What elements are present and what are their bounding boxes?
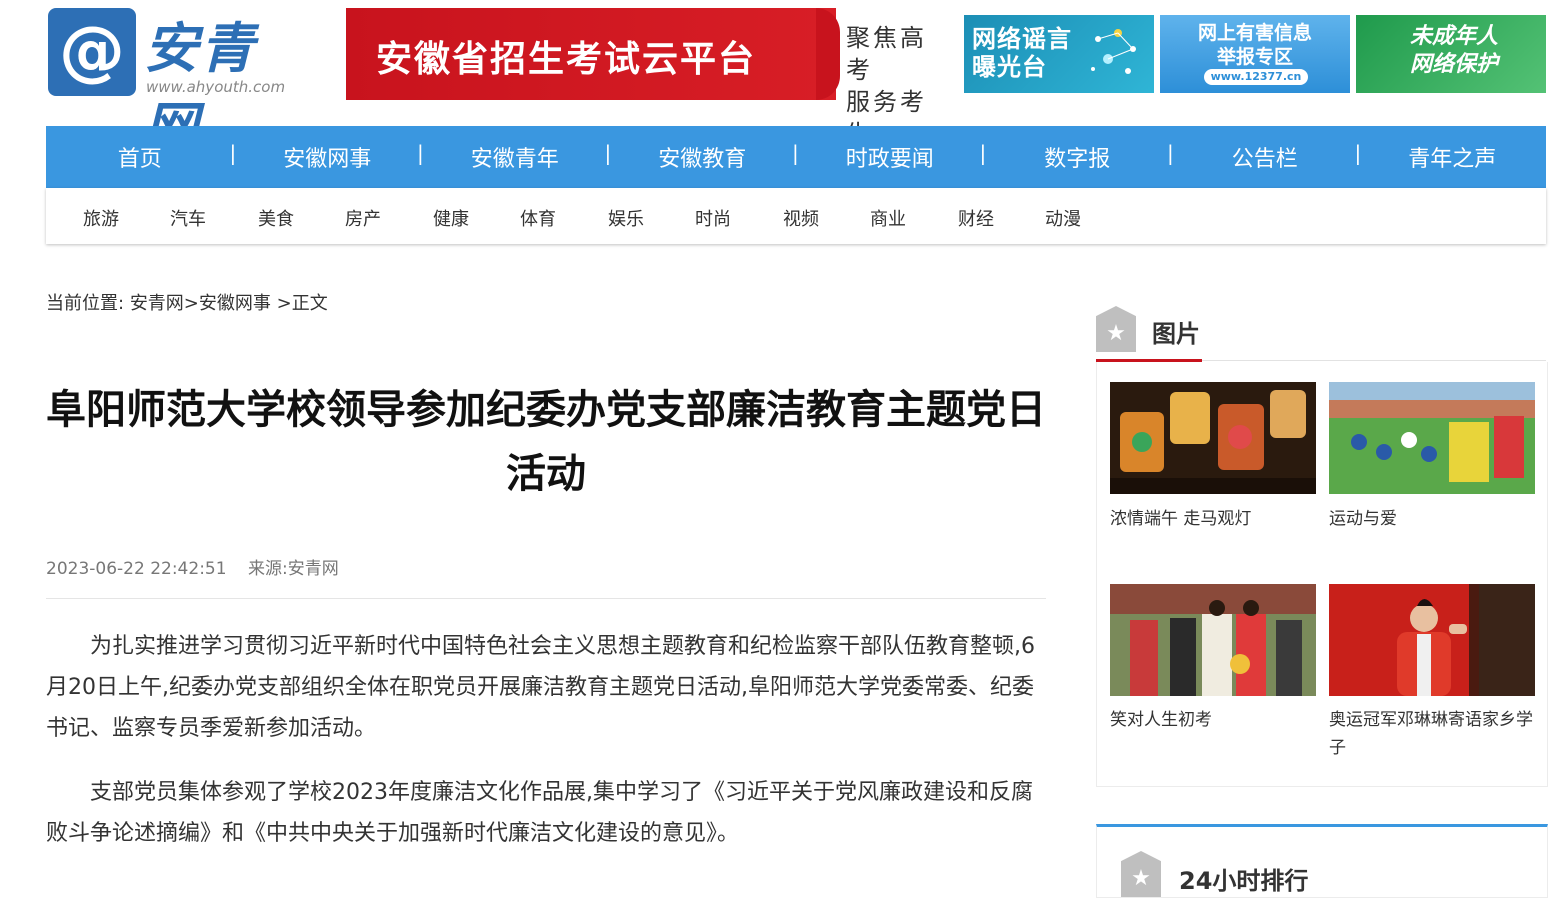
site-logo[interactable]: @ 安青网 www.ahyouth.com xyxy=(48,8,308,159)
article-paragraph: 支部党员集体参观了学校2023年度廉洁文化作品展,集中学习了《习近平关于党风廉政… xyxy=(46,780,1033,846)
article-title: 阜阳师范大学校领导参加纪委办党支部廉洁教育主题党日活动 xyxy=(46,387,1046,497)
sub-nav: 旅游 汽车 美食 房产 健康 体育 娱乐 时尚 视频 商业 财经 动漫 xyxy=(46,188,1546,244)
main-nav: 首页 安徽网事 安徽青年 安徽教育 时政要闻 数字报 公告栏 青年之声 xyxy=(46,126,1546,188)
logo-at-symbol: @ xyxy=(48,8,136,96)
subnav-animation[interactable]: 动漫 xyxy=(1045,205,1081,231)
picture-caption[interactable]: 浓情端午 走马观灯 xyxy=(1110,505,1316,533)
rumor-exposure-ad[interactable]: 网络谣言 曝光台 xyxy=(964,15,1154,93)
picture-caption[interactable]: 运动与爱 xyxy=(1329,505,1535,533)
pictures-panel: 浓情端午 走马观灯 运动与爱 笑对人生初考 奥运冠军邓琳琳寄语家乡学子 xyxy=(1096,362,1548,787)
exam-students-image xyxy=(1110,584,1316,696)
ranking-title: 24小时排行 xyxy=(1179,867,1309,895)
subnav-entertainment[interactable]: 娱乐 xyxy=(608,205,644,231)
breadcrumb-path[interactable]: 安青网>安徽网事 >正文 xyxy=(130,293,328,314)
logo-url: www.ahyouth.com xyxy=(146,78,286,96)
subnav-realestate[interactable]: 房产 xyxy=(345,205,381,231)
picture-caption[interactable]: 笑对人生初考 xyxy=(1110,706,1316,734)
subnav-health[interactable]: 健康 xyxy=(433,205,469,231)
picture-thumbnail[interactable] xyxy=(1329,584,1535,696)
subnav-food[interactable]: 美食 xyxy=(258,205,294,231)
nav-politics[interactable]: 时政要闻 xyxy=(792,141,984,173)
article-meta: 2023-06-22 22:42:51 来源:安青网 xyxy=(46,554,339,579)
subnav-finance[interactable]: 财经 xyxy=(958,205,994,231)
harmful-info-report-ad[interactable]: 网上有害信息 举报专区 www.12377.cn xyxy=(1160,15,1350,93)
exam-platform-banner[interactable]: 安徽省招生考试云平台 聚焦高考 服务考生 xyxy=(346,8,946,148)
subnav-video[interactable]: 视频 xyxy=(783,205,819,231)
nav-anhui-education[interactable]: 安徽教育 xyxy=(605,141,797,173)
nav-bulletin[interactable]: 公告栏 xyxy=(1167,141,1359,173)
network-dots-icon xyxy=(1091,29,1136,74)
subnav-auto[interactable]: 汽车 xyxy=(170,205,206,231)
pictures-section-header: ★ 图片 xyxy=(1096,300,1546,362)
article-date: 2023-06-22 22:42:51 xyxy=(46,559,227,579)
subnav-travel[interactable]: 旅游 xyxy=(83,205,119,231)
lanterns-image xyxy=(1110,382,1316,494)
subnav-business[interactable]: 商业 xyxy=(870,205,906,231)
nav-digital-paper[interactable]: 数字报 xyxy=(980,141,1172,173)
banner-title: 安徽省招生考试云平台 xyxy=(376,39,757,80)
sports-event-image xyxy=(1329,382,1535,494)
subnav-fashion[interactable]: 时尚 xyxy=(695,205,731,231)
nav-anhui-youth[interactable]: 安徽青年 xyxy=(417,141,609,173)
star-badge-icon: ★ xyxy=(1121,851,1161,897)
report-url-pill: www.12377.cn xyxy=(1204,69,1308,85)
picture-thumbnail[interactable] xyxy=(1110,584,1316,696)
pictures-title: 图片 xyxy=(1152,320,1200,348)
star-badge-icon: ★ xyxy=(1096,306,1136,352)
olympic-champion-image xyxy=(1329,584,1535,696)
nav-anhui-news[interactable]: 安徽网事 xyxy=(230,141,422,173)
article-paragraph: 为扎实推进学习贯彻习近平新时代中国特色社会主义思想主题教育和纪检监察干部队伍教育… xyxy=(46,634,1035,741)
divider xyxy=(46,598,1046,599)
picture-caption[interactable]: 奥运冠军邓琳琳寄语家乡学子 xyxy=(1329,706,1535,762)
subnav-sports[interactable]: 体育 xyxy=(520,205,556,231)
ranking-panel: ★ 24小时排行 xyxy=(1096,824,1548,898)
article-source: 来源:安青网 xyxy=(247,559,339,579)
nav-home[interactable]: 首页 xyxy=(46,141,234,173)
breadcrumb: 当前位置: 安青网>安徽网事 >正文 xyxy=(46,289,328,315)
minor-protection-ad[interactable]: 未成年人 网络保护 xyxy=(1356,15,1546,93)
nav-youth-voice[interactable]: 青年之声 xyxy=(1355,141,1547,173)
picture-thumbnail[interactable] xyxy=(1110,382,1316,494)
breadcrumb-prefix: 当前位置: xyxy=(46,293,125,314)
picture-thumbnail[interactable] xyxy=(1329,382,1535,494)
